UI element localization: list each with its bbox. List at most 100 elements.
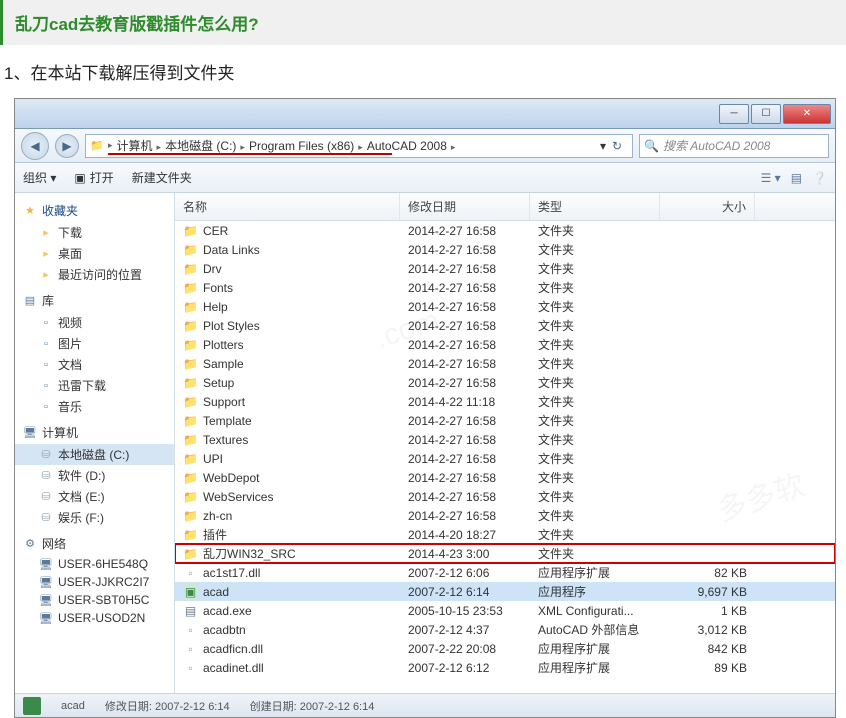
sidebar-item[interactable]: ▫文档 bbox=[15, 354, 174, 375]
file-date: 2014-2-27 16:58 bbox=[400, 490, 530, 504]
col-size[interactable]: 大小 bbox=[660, 193, 755, 220]
folder-icon: 📁 bbox=[183, 527, 198, 542]
file-row[interactable]: 📁WebServices2014-2-27 16:58文件夹 bbox=[175, 487, 835, 506]
sidebar-item[interactable]: ▫音乐 bbox=[15, 396, 174, 417]
file-size: 89 KB bbox=[660, 661, 755, 675]
breadcrumb-sep[interactable]: ▸ bbox=[240, 142, 245, 152]
file-row[interactable]: 📁Sample2014-2-27 16:58文件夹 bbox=[175, 354, 835, 373]
file-row[interactable]: 📁Template2014-2-27 16:58文件夹 bbox=[175, 411, 835, 430]
sidebar-item[interactable]: ▸最近访问的位置 bbox=[15, 264, 174, 285]
file-date: 2005-10-15 23:53 bbox=[400, 604, 530, 618]
file-row[interactable]: 📁Plot Styles2014-2-27 16:58文件夹 bbox=[175, 316, 835, 335]
file-date: 2014-2-27 16:58 bbox=[400, 281, 530, 295]
col-name[interactable]: 名称 bbox=[175, 193, 400, 220]
minimize-button[interactable]: ─ bbox=[719, 104, 749, 124]
file-list[interactable]: .com 多多软 名称 修改日期 类型 大小 📁CER2014-2-27 16:… bbox=[175, 193, 835, 693]
lib-ic-icon: ▫ bbox=[39, 316, 53, 330]
sidebar-item[interactable]: ▫图片 bbox=[15, 333, 174, 354]
file-row[interactable]: ▣acad2007-2-12 6:14应用程序9,697 KB bbox=[175, 582, 835, 601]
close-button[interactable]: ✕ bbox=[783, 104, 831, 124]
toolbar: 组织 ▾ ▣ 打开 新建文件夹 ☰ ▾ ▤ ❔ bbox=[15, 163, 835, 193]
sidebar-item[interactable]: 🖥USER-JJKRC2I7 bbox=[15, 573, 174, 591]
sidebar-network[interactable]: ⚙网络 bbox=[15, 532, 174, 555]
file-row[interactable]: ▫acadficn.dll2007-2-22 20:08应用程序扩展842 KB bbox=[175, 639, 835, 658]
file-row[interactable]: ▫ac1st17.dll2007-2-12 6:06应用程序扩展82 KB bbox=[175, 563, 835, 582]
sidebar-computer[interactable]: 🖥计算机 bbox=[15, 421, 174, 444]
search-input[interactable]: 🔍 搜索 AutoCAD 2008 bbox=[639, 134, 829, 158]
file-type: 文件夹 bbox=[530, 336, 660, 353]
folder-icon: 📁 bbox=[183, 261, 198, 276]
sidebar-item[interactable]: ⛁软件 (D:) bbox=[15, 465, 174, 486]
file-name: CER bbox=[203, 224, 228, 238]
file-row[interactable]: 📁乱刀WIN32_SRC2014-4-23 3:00文件夹 bbox=[175, 544, 835, 563]
file-row[interactable]: 📁Drv2014-2-27 16:58文件夹 bbox=[175, 259, 835, 278]
breadcrumb-item[interactable]: AutoCAD 2008 bbox=[367, 139, 447, 153]
file-row[interactable]: ▫acadbtn2007-2-12 4:37AutoCAD 外部信息3,012 … bbox=[175, 620, 835, 639]
file-row[interactable]: ▤acad.exe2005-10-15 23:53XML Configurati… bbox=[175, 601, 835, 620]
file-date: 2014-2-27 16:58 bbox=[400, 338, 530, 352]
sidebar-item[interactable]: ⛁本地磁盘 (C:) bbox=[15, 444, 174, 465]
sidebar-item[interactable]: 🖥USER-USOD2N bbox=[15, 609, 174, 627]
file-name: Fonts bbox=[203, 281, 233, 295]
folder-icon: 📁 bbox=[183, 242, 198, 257]
new-folder-button[interactable]: 新建文件夹 bbox=[132, 169, 192, 186]
help-button[interactable]: ❔ bbox=[812, 171, 827, 185]
view-button[interactable]: ☰ ▾ bbox=[761, 171, 781, 185]
sidebar-item[interactable]: 🖥USER-6HE548Q bbox=[15, 555, 174, 573]
sidebar-item[interactable]: 🖥USER-SBT0H5C bbox=[15, 591, 174, 609]
file-size: 842 KB bbox=[660, 642, 755, 656]
status-create: 创建日期: 2007-2-12 6:14 bbox=[250, 698, 375, 714]
col-date[interactable]: 修改日期 bbox=[400, 193, 530, 220]
breadcrumb-item[interactable]: 本地磁盘 (C:) bbox=[165, 137, 236, 154]
lib-ic-icon: ▫ bbox=[39, 379, 53, 393]
file-name: ac1st17.dll bbox=[203, 566, 260, 580]
address-bar[interactable]: 📁 ▸ 计算机▸本地磁盘 (C:)▸Program Files (x86)▸Au… bbox=[85, 134, 633, 158]
breadcrumb-sep[interactable]: ▸ bbox=[451, 142, 456, 152]
exe-icon: ▣ bbox=[183, 584, 198, 599]
breadcrumb-sep[interactable]: ▸ bbox=[157, 142, 162, 152]
file-row[interactable]: 📁zh-cn2014-2-27 16:58文件夹 bbox=[175, 506, 835, 525]
organize-button[interactable]: 组织 ▾ bbox=[23, 169, 56, 186]
file-row[interactable]: 📁Plotters2014-2-27 16:58文件夹 bbox=[175, 335, 835, 354]
sidebar-item[interactable]: ▸桌面 bbox=[15, 243, 174, 264]
preview-pane-button[interactable]: ▤ bbox=[791, 171, 802, 185]
sidebar-item[interactable]: ⛁文档 (E:) bbox=[15, 486, 174, 507]
drive-ic-icon: ⛁ bbox=[39, 511, 53, 525]
col-type[interactable]: 类型 bbox=[530, 193, 660, 220]
drive-ic-icon: ⛁ bbox=[39, 448, 53, 462]
file-row[interactable]: 📁Help2014-2-27 16:58文件夹 bbox=[175, 297, 835, 316]
window-titlebar[interactable]: ─ ☐ ✕ bbox=[15, 99, 835, 129]
file-type: 应用程序扩展 bbox=[530, 659, 660, 676]
file-row[interactable]: 📁Fonts2014-2-27 16:58文件夹 bbox=[175, 278, 835, 297]
breadcrumb-item[interactable]: Program Files (x86) bbox=[249, 139, 354, 153]
file-row[interactable]: 📁Data Links2014-2-27 16:58文件夹 bbox=[175, 240, 835, 259]
file-list-header[interactable]: 名称 修改日期 类型 大小 bbox=[175, 193, 835, 221]
refresh-button[interactable]: ↻ bbox=[606, 139, 628, 153]
file-row[interactable]: 📁插件2014-4-20 18:27文件夹 bbox=[175, 525, 835, 544]
breadcrumb-sep[interactable]: ▸ bbox=[358, 142, 363, 152]
lib-ic-icon: ▫ bbox=[39, 358, 53, 372]
file-row[interactable]: 📁Textures2014-2-27 16:58文件夹 bbox=[175, 430, 835, 449]
sidebar-item[interactable]: ▫视频 bbox=[15, 312, 174, 333]
file-row[interactable]: 📁CER2014-2-27 16:58文件夹 bbox=[175, 221, 835, 240]
maximize-button[interactable]: ☐ bbox=[751, 104, 781, 124]
file-type: XML Configurati... bbox=[530, 604, 660, 618]
open-button[interactable]: ▣ 打开 bbox=[74, 169, 113, 186]
pc-ic-icon: 🖥 bbox=[39, 575, 53, 589]
file-name: WebDepot bbox=[203, 471, 259, 485]
nav-forward-button[interactable]: ▶ bbox=[55, 134, 79, 158]
file-row[interactable]: 📁WebDepot2014-2-27 16:58文件夹 bbox=[175, 468, 835, 487]
file-row[interactable]: 📁Setup2014-2-27 16:58文件夹 bbox=[175, 373, 835, 392]
file-row[interactable]: 📁UPI2014-2-27 16:58文件夹 bbox=[175, 449, 835, 468]
sidebar-favorites[interactable]: ★收藏夹 bbox=[15, 199, 174, 222]
file-row[interactable]: ▫acadinet.dll2007-2-12 6:12应用程序扩展89 KB bbox=[175, 658, 835, 677]
annotation-underline bbox=[108, 153, 392, 155]
library-icon: ▤ bbox=[23, 294, 37, 308]
sidebar-libraries[interactable]: ▤库 bbox=[15, 289, 174, 312]
sidebar-item[interactable]: ▸下载 bbox=[15, 222, 174, 243]
file-row[interactable]: 📁Support2014-4-22 11:18文件夹 bbox=[175, 392, 835, 411]
breadcrumb-item[interactable]: 计算机 bbox=[117, 137, 153, 154]
nav-back-button[interactable]: ◀ bbox=[21, 132, 49, 160]
sidebar-item[interactable]: ▫迅雷下载 bbox=[15, 375, 174, 396]
sidebar-item[interactable]: ⛁娱乐 (F:) bbox=[15, 507, 174, 528]
